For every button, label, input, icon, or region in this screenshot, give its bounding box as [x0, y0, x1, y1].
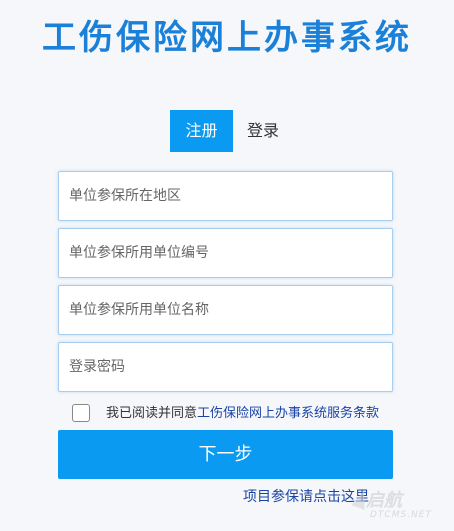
unit-number-field[interactable]: [58, 228, 393, 278]
agreement-checkbox[interactable]: [72, 404, 90, 422]
project-register-link[interactable]: 项目参保请点击这里: [243, 486, 369, 508]
unit-name-input[interactable]: [59, 286, 392, 334]
unit-name-field[interactable]: [58, 285, 393, 335]
next-step-button[interactable]: 下一步: [58, 430, 393, 479]
watermark-logo: 启航 DTCMS.NET: [351, 486, 448, 526]
password-field[interactable]: [58, 342, 393, 392]
watermark-subtext: DTCMS.NET: [370, 510, 432, 520]
region-input[interactable]: [59, 172, 392, 220]
terms-link[interactable]: 工伤保险网上办事系统服务条款: [197, 406, 379, 421]
region-field[interactable]: [58, 171, 393, 221]
unit-number-input[interactable]: [59, 229, 392, 277]
tab-register[interactable]: 注册: [170, 110, 233, 152]
agreement-prefix: 我已阅读并同意: [106, 406, 198, 421]
watermark-text: 启航: [366, 490, 402, 511]
password-input[interactable]: [59, 343, 392, 391]
tab-login[interactable]: 登录: [233, 110, 293, 152]
agreement-text: 我已阅读并同意工伤保险网上办事系统服务条款: [106, 403, 379, 424]
agreement-row: 我已阅读并同意工伤保险网上办事系统服务条款: [72, 403, 402, 425]
page-title: 工伤保险网上办事系统: [42, 18, 412, 58]
